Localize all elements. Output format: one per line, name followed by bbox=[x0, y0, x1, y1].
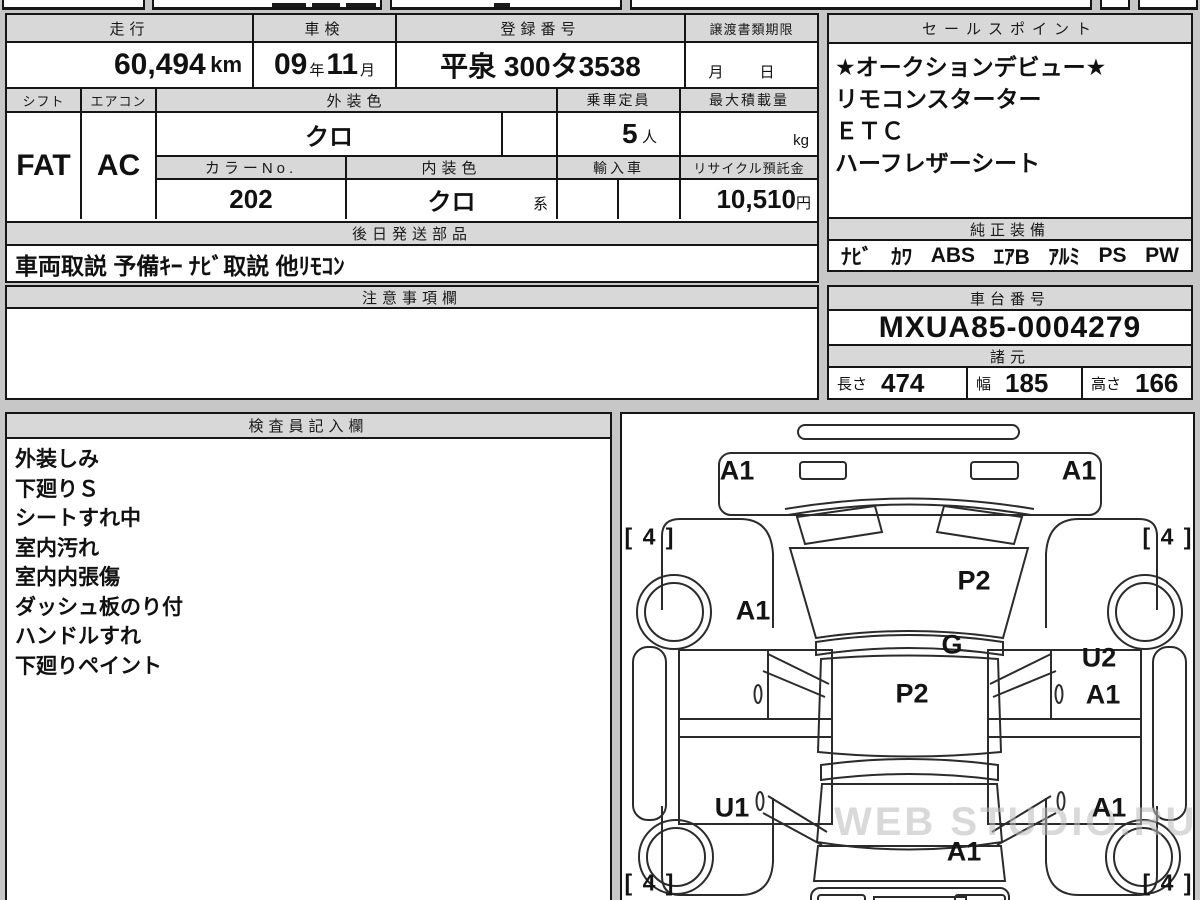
exterior-color-extra-cell bbox=[503, 113, 558, 157]
diagram-mark: U1 bbox=[714, 792, 750, 823]
sales-points-header: セールスポイント bbox=[829, 15, 1191, 44]
shift-header: シフト bbox=[7, 89, 82, 113]
equipment-item: ｴｱB bbox=[993, 245, 1030, 269]
transfer-value: 月日 bbox=[708, 64, 775, 81]
inspector-item: 下廻りＳ bbox=[15, 477, 99, 501]
diagram-mark: P2 bbox=[895, 678, 929, 709]
top-table: 走行 車検 登録番号 譲渡書類期限 60,494 km 09 年 11 月 平泉 30… bbox=[5, 13, 819, 89]
later-parts-value: 車両取説 予備ｷｰ ﾅﾋﾞ取説 他ﾘﾓｺﾝ bbox=[15, 252, 345, 279]
notes-body bbox=[7, 309, 817, 398]
inspector-item: シートすれ中 bbox=[15, 507, 141, 530]
chassis-value: MXUA85-0004279 bbox=[829, 311, 1191, 346]
auction-sheet: 走行 車検 登録番号 譲渡書類期限 60,494 km 09 年 11 月 平泉 30… bbox=[0, 0, 1200, 900]
notes-header: 注意事項欄 bbox=[7, 287, 817, 309]
cutoff-cell bbox=[390, 0, 622, 10]
payload-value: kg bbox=[681, 113, 817, 157]
inspector-item: 室内内張傷 bbox=[15, 566, 120, 589]
equipment-item: PW bbox=[1145, 243, 1179, 267]
interior-color-suffix: 系 bbox=[532, 196, 548, 213]
interior-color-value: クロ 系 bbox=[347, 180, 558, 219]
capacity-value: 5 人 bbox=[558, 113, 681, 157]
aircon-header: エアコン bbox=[82, 89, 157, 113]
diagram-mark: [ 4 ] bbox=[1142, 869, 1194, 896]
payload-header: 最大積載量 bbox=[681, 89, 817, 113]
cutoff-cell bbox=[152, 0, 382, 10]
exterior-color-value: クロ bbox=[157, 113, 503, 157]
inspector-item: 下廻りペイント bbox=[15, 654, 162, 678]
chassis-header: 車台番号 bbox=[829, 287, 1191, 311]
diagram-mark: [ 4 ] bbox=[624, 523, 676, 550]
mileage-value: 60,494 km bbox=[7, 43, 254, 87]
diagram-box: WEB STUDIO.RU A1 A1 [ 4 ] [ 4 ] P2 A1 G U2 P2 A1 U… bbox=[620, 412, 1195, 900]
inspector-box: 検査員記入欄 外装しみ下廻りＳ シートすれ中 室内汚れ室内内張傷ダッシュ板のり付 ハン… bbox=[5, 412, 612, 900]
color-no-header: カラーNo. bbox=[157, 157, 347, 180]
sales-points-list: ★オークションデビュー★ リモコンスターター ＥＴＣ ハーフレザーシート bbox=[835, 51, 1187, 211]
interior-color-header: 内装色 bbox=[347, 157, 558, 180]
shaken-header: 車検 bbox=[254, 15, 397, 43]
watermark: WEB STUDIO.RU bbox=[834, 800, 1198, 844]
equipment-item: ｱﾙﾐ bbox=[1048, 245, 1080, 269]
equipment-item: ｶﾜ bbox=[891, 245, 913, 269]
recycle-value: 10,510 円 bbox=[716, 184, 811, 214]
registration-value: 平泉 300タ3538 bbox=[397, 43, 686, 87]
diagram-mark: [ 4 ] bbox=[1142, 523, 1194, 550]
cutoff-cell bbox=[1138, 0, 1198, 10]
length-cell: 長さ 474 bbox=[829, 368, 968, 398]
cutoff-cell bbox=[1100, 0, 1130, 10]
diagram-mark: P2 bbox=[957, 565, 991, 596]
capacity-header: 乗車定員 bbox=[558, 89, 681, 113]
sales-point-item: リモコンスターター bbox=[835, 86, 1042, 112]
inspector-item: 外装しみ bbox=[15, 448, 99, 471]
diagram-mark: A1 bbox=[719, 455, 755, 486]
diagram-mark: [ 4 ] bbox=[624, 869, 676, 896]
cutoff-cell bbox=[2, 0, 145, 10]
aircon-value: AC bbox=[82, 113, 157, 219]
diagram-mark: U2 bbox=[1081, 642, 1117, 673]
registration-header: 登録番号 bbox=[397, 15, 686, 43]
spec-table: シフト エアコン 外装色 乗車定員 最大積載量 FAT AC クロ 5 人 kg… bbox=[5, 87, 819, 223]
diagram-mark: A1 bbox=[1085, 679, 1121, 710]
equipment-item: ﾅﾋﾞ bbox=[841, 245, 873, 269]
inspector-item: ダッシュ板のり付 bbox=[15, 595, 183, 619]
equipment-item: ABS bbox=[930, 243, 976, 267]
equipment-item: PS bbox=[1098, 243, 1127, 267]
diagram-mark: A1 bbox=[1091, 792, 1127, 823]
shift-value: FAT bbox=[7, 113, 82, 219]
height-cell: 高さ 166 bbox=[1091, 367, 1179, 398]
equipment-list: ﾅﾋﾞ ｶﾜ ABS ｴｱB ｱﾙﾐ PS PW bbox=[829, 241, 1191, 270]
import-cell-2 bbox=[619, 180, 681, 219]
later-parts-header: 後日発送部品 bbox=[7, 223, 817, 246]
sales-point-item: ＥＴＣ bbox=[835, 118, 904, 144]
shaken-value: 09 年 11 月 bbox=[254, 43, 397, 87]
sales-point-item: ハーフレザーシート bbox=[835, 150, 1041, 176]
recycle-header: リサイクル預託金 bbox=[681, 157, 817, 180]
mileage-header: 走行 bbox=[7, 15, 254, 43]
diagram-mark: A1 bbox=[946, 836, 982, 867]
inspector-item: 室内汚れ bbox=[15, 536, 99, 560]
equipment-box: 純正装備 ﾅﾋﾞ ｶﾜ ABS ｴｱB ｱﾙﾐ PS PW bbox=[827, 217, 1193, 272]
notes-box: 注意事項欄 bbox=[5, 285, 819, 400]
diagram-mark: A1 bbox=[1061, 455, 1097, 486]
transfer-header: 譲渡書類期限 bbox=[686, 15, 817, 43]
dimensions-header: 諸元 bbox=[829, 346, 1191, 368]
later-parts-table: 後日発送部品 車両取説 予備ｷｰ ﾅﾋﾞ取説 他ﾘﾓｺﾝ bbox=[5, 221, 819, 283]
import-cell-1 bbox=[558, 180, 619, 219]
diagram-mark: A1 bbox=[735, 595, 771, 626]
import-header: 輸入車 bbox=[558, 157, 681, 180]
cutoff-row bbox=[0, 0, 1200, 10]
inspector-item: ハンドルすれ bbox=[15, 625, 141, 648]
exterior-color-header: 外装色 bbox=[157, 89, 558, 113]
equipment-header: 純正装備 bbox=[829, 219, 1191, 241]
chassis-box: 車台番号 MXUA85-0004279 諸元 長さ 474 幅 185 高さ 166 bbox=[827, 285, 1193, 400]
sales-point-item: ★オークションデビュー★ bbox=[835, 54, 1107, 80]
sales-points-box: セールスポイント ★オークションデビュー★ リモコンスターター ＥＴＣ ハーフレザーシ… bbox=[827, 13, 1193, 219]
diagram-mark: G bbox=[941, 629, 963, 660]
color-no-value: 202 bbox=[157, 180, 347, 219]
cutoff-cell bbox=[630, 0, 1092, 10]
width-cell: 幅 185 bbox=[968, 368, 1083, 398]
inspector-list: 外装しみ下廻りＳ シートすれ中 室内汚れ室内内張傷ダッシュ板のり付 ハンドルすれ 下廻り… bbox=[15, 445, 605, 895]
inspector-header: 検査員記入欄 bbox=[7, 414, 610, 439]
